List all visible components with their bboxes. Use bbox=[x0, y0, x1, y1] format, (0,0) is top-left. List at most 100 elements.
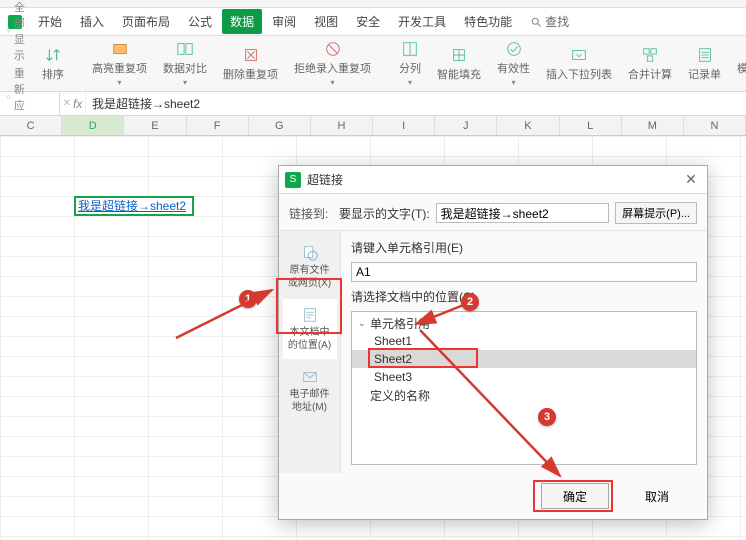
col-F[interactable]: F bbox=[187, 116, 249, 135]
tab-dev[interactable]: 开发工具 bbox=[390, 9, 454, 34]
delete-dup-icon bbox=[242, 46, 260, 64]
col-N[interactable]: N bbox=[684, 116, 746, 135]
tab-start[interactable]: 开始 bbox=[30, 9, 70, 34]
ribbon-tab-bar: 开始 插入 页面布局 公式 数据 审阅 视图 安全 开发工具 特色功能 查找 bbox=[0, 8, 746, 36]
dropdown-icon bbox=[570, 46, 588, 64]
tab-special[interactable]: 特色功能 bbox=[456, 9, 520, 34]
split-icon bbox=[401, 40, 419, 58]
location-tree[interactable]: ⌄ 单元格引用 Sheet1 Sheet2 Sheet3 bbox=[351, 311, 697, 465]
reject-icon bbox=[324, 40, 342, 58]
tab-review[interactable]: 审阅 bbox=[264, 9, 304, 34]
col-C[interactable]: C bbox=[0, 116, 62, 135]
tree-sheet2-label: Sheet2 bbox=[374, 352, 412, 366]
split-button[interactable]: 分列▾ bbox=[393, 38, 427, 89]
formula-bar: ✕fx 我是超链接→sheet2 bbox=[0, 92, 746, 116]
show-text-input[interactable] bbox=[436, 203, 609, 223]
col-J[interactable]: J bbox=[435, 116, 497, 135]
tree-sheet1-label: Sheet1 bbox=[374, 334, 412, 348]
sort-label: 排序 bbox=[42, 66, 64, 82]
del-dup-label: 删除重复项 bbox=[223, 66, 278, 82]
insert-dropdown-label: 插入下拉列表 bbox=[546, 66, 612, 82]
reject-dup-button[interactable]: 拒绝录入重复项▾ bbox=[288, 38, 377, 89]
show-text-label: 要显示的文字(T): bbox=[339, 205, 430, 222]
workbook-tabs-stub bbox=[0, 0, 746, 8]
col-I[interactable]: I bbox=[373, 116, 435, 135]
funnel-icon bbox=[6, 25, 11, 37]
del-dup-button[interactable]: 删除重复项 bbox=[217, 44, 284, 84]
tree-node-sheet1[interactable]: Sheet1 bbox=[352, 332, 696, 350]
selected-cell-hyperlink[interactable]: 我是超链接→sheet2 bbox=[74, 196, 194, 216]
formula-content[interactable]: 我是超链接→sheet2 bbox=[86, 95, 746, 112]
smart-fill-label: 智能填充 bbox=[437, 66, 481, 82]
tab-layout[interactable]: 页面布局 bbox=[114, 9, 178, 34]
tree-node-cell-reference[interactable]: ⌄ 单元格引用 bbox=[352, 314, 696, 332]
tree-node-sheet3[interactable]: Sheet3 bbox=[352, 368, 696, 386]
annotation-circle-2: 2 bbox=[461, 293, 479, 311]
dialog-top-row: 链接到: 要显示的文字(T): 屏幕提示(P)... bbox=[279, 194, 707, 230]
consolidate-label: 合并计算 bbox=[628, 66, 672, 82]
annotation-circle-1: 1 bbox=[239, 290, 257, 308]
fx-label: fx bbox=[73, 97, 82, 111]
reject-dup-label: 拒绝录入重复项 bbox=[294, 60, 371, 76]
col-K[interactable]: K bbox=[497, 116, 559, 135]
tree-label: 请选择文档中的位置(C) bbox=[351, 288, 697, 305]
side-file-label-1: 原有文件 bbox=[290, 264, 330, 277]
dialog-titlebar[interactable]: S 超链接 ✕ bbox=[279, 166, 707, 194]
side-email-label-1: 电子邮件 bbox=[290, 388, 330, 401]
insert-dropdown-button[interactable]: 插入下拉列表 bbox=[540, 44, 618, 84]
column-headers: C D E F G H I J K L M N bbox=[0, 116, 746, 136]
side-email[interactable]: 电子邮件 地址(M) bbox=[283, 361, 337, 421]
col-D[interactable]: D bbox=[62, 116, 124, 135]
tree-node-sheet2[interactable]: Sheet2 bbox=[352, 350, 696, 368]
sim-analysis-button[interactable]: 模拟分析▾ bbox=[731, 38, 746, 89]
annotation-circle-3: 3 bbox=[538, 408, 556, 426]
col-M[interactable]: M bbox=[622, 116, 684, 135]
sort-button[interactable]: 排序 bbox=[36, 44, 70, 84]
ribbon-toolbar: 全部显示 重新应用 排序 高亮重复项▾ 数据对比▾ 删除重复项 拒绝录入重复项▾ bbox=[0, 36, 746, 92]
tab-data[interactable]: 数据 bbox=[222, 9, 262, 34]
col-G[interactable]: G bbox=[249, 116, 311, 135]
sim-analysis-label: 模拟分析 bbox=[737, 60, 746, 76]
consolidate-button[interactable]: 合并计算 bbox=[622, 44, 678, 84]
validity-button[interactable]: 有效性▾ bbox=[491, 38, 536, 89]
highlight-dup-button[interactable]: 高亮重复项▾ bbox=[86, 38, 153, 89]
record-form-button[interactable]: 记录单 bbox=[682, 44, 727, 84]
tab-security[interactable]: 安全 bbox=[348, 9, 388, 34]
cellref-input[interactable] bbox=[351, 262, 697, 282]
link-to-label: 链接到: bbox=[289, 205, 333, 222]
data-compare-button[interactable]: 数据对比▾ bbox=[157, 38, 213, 89]
annotation-ok-highlight bbox=[533, 480, 613, 512]
smart-fill-button[interactable]: 智能填充 bbox=[431, 44, 487, 84]
globe-file-icon bbox=[301, 244, 319, 262]
tree-node-defined-names[interactable]: 定义的名称 bbox=[352, 386, 696, 404]
col-L[interactable]: L bbox=[560, 116, 622, 135]
tab-insert[interactable]: 插入 bbox=[72, 9, 112, 34]
tree-sheet3-label: Sheet3 bbox=[374, 370, 412, 384]
dialog-right-panel: 请键入单元格引用(E) 请选择文档中的位置(C) ⌄ 单元格引用 Sheet1 … bbox=[341, 231, 707, 473]
cancel-button[interactable]: 取消 bbox=[623, 483, 691, 509]
email-icon bbox=[301, 368, 319, 386]
show-all-button[interactable]: 全部显示 bbox=[6, 0, 32, 63]
validity-label: 有效性 bbox=[497, 60, 530, 76]
validity-icon bbox=[505, 40, 523, 58]
cellref-label: 请键入单元格引用(E) bbox=[351, 239, 697, 256]
ribbon-search-label: 查找 bbox=[545, 13, 569, 30]
screen-tip-button[interactable]: 屏幕提示(P)... bbox=[615, 202, 697, 224]
tab-view[interactable]: 视图 bbox=[306, 9, 346, 34]
tree-root-label: 单元格引用 bbox=[370, 315, 430, 332]
annotation-side-highlight bbox=[276, 278, 342, 334]
smartfill-icon bbox=[450, 46, 468, 64]
cancel-x-icon: ✕ bbox=[63, 98, 71, 109]
highlight-dup-label: 高亮重复项 bbox=[92, 60, 147, 76]
col-H[interactable]: H bbox=[311, 116, 373, 135]
col-E[interactable]: E bbox=[124, 116, 186, 135]
fx-button[interactable]: ✕fx bbox=[60, 92, 86, 115]
close-button[interactable]: ✕ bbox=[681, 170, 701, 190]
tab-formula[interactable]: 公式 bbox=[180, 9, 220, 34]
record-icon bbox=[696, 46, 714, 64]
link-type-sidebar: 原有文件 或网页(X) 本文档中 的位置(A) 电子邮件 地址(M) bbox=[279, 231, 341, 473]
ribbon-search[interactable]: 查找 bbox=[530, 13, 569, 30]
split-label: 分列 bbox=[399, 60, 421, 76]
side-email-label-2: 地址(M) bbox=[292, 401, 327, 414]
name-box[interactable] bbox=[0, 92, 60, 115]
